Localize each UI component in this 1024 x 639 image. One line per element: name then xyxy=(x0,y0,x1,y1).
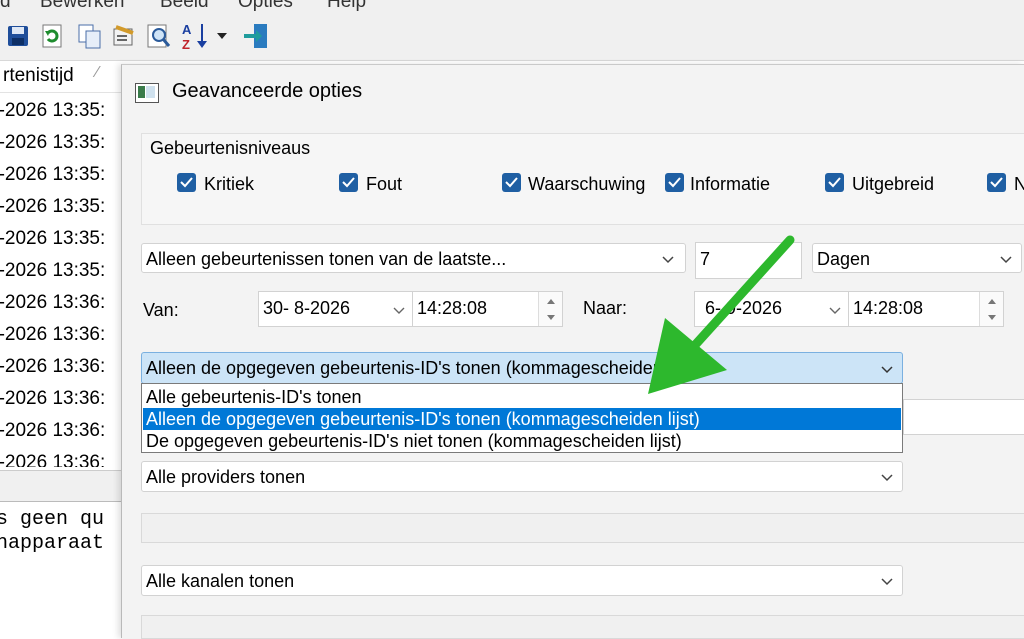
annotation-arrow-icon xyxy=(648,235,795,394)
